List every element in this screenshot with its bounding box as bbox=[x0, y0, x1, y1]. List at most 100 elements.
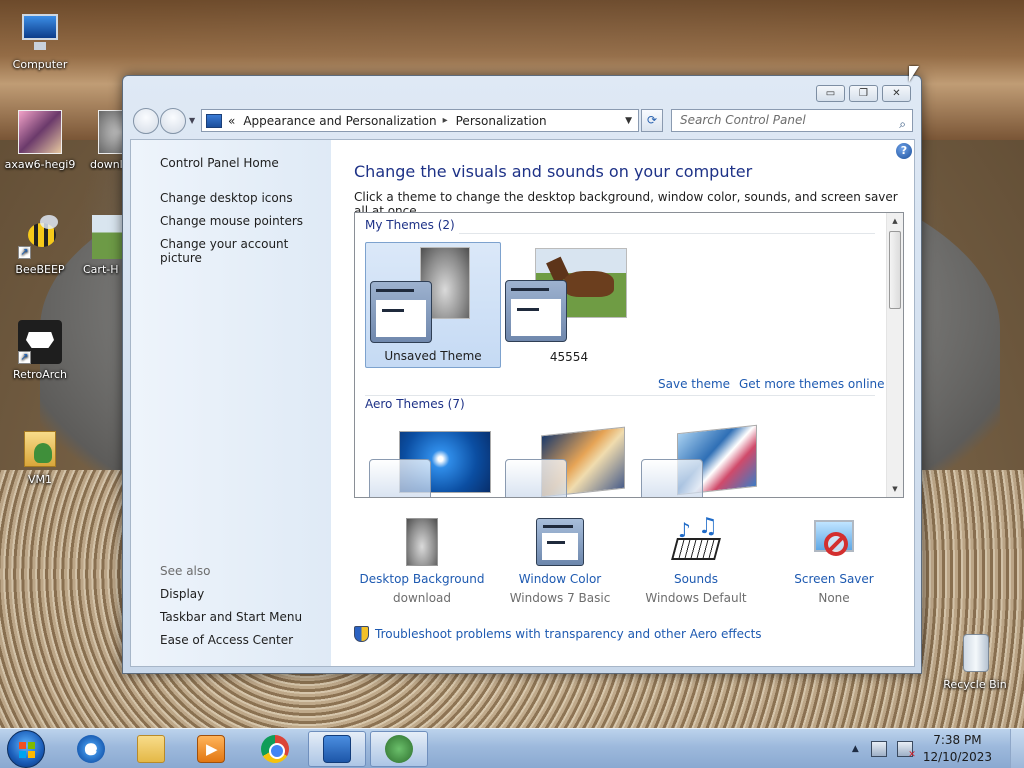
desktop-icon-computer[interactable]: Computer bbox=[0, 10, 80, 71]
my-themes-header: My Themes (2) bbox=[365, 218, 455, 232]
address-dropdown-icon[interactable]: ▼ bbox=[625, 116, 632, 126]
clock-time: 7:38 PM bbox=[933, 733, 982, 747]
close-button[interactable]: ✕ bbox=[882, 85, 911, 102]
theme-list[interactable]: My Themes (2) Unsaved Theme 45554 Save t… bbox=[354, 212, 904, 498]
desktop-icon-label: BeeBEEP bbox=[15, 263, 65, 276]
theme-window-preview-icon bbox=[641, 459, 703, 497]
media-player-icon bbox=[197, 735, 225, 763]
folder-icon bbox=[18, 425, 62, 469]
image-file-icon bbox=[98, 110, 122, 154]
setting-value: None bbox=[818, 591, 850, 605]
theme-aero-architecture[interactable] bbox=[501, 423, 637, 497]
volume-muted-icon[interactable] bbox=[896, 741, 916, 760]
taskbar-internet-explorer[interactable] bbox=[62, 731, 120, 767]
start-button[interactable] bbox=[7, 730, 45, 768]
theme-name: 45554 bbox=[549, 350, 589, 364]
theme-settings-bar: Desktop Background download Window Color… bbox=[352, 514, 914, 618]
system-tray: ▲ 7:38 PM 12/10/2023 bbox=[852, 729, 1024, 768]
taskbar-media-player[interactable] bbox=[182, 731, 240, 767]
display-link[interactable]: Display bbox=[160, 587, 302, 601]
breadcrumb-appearance[interactable]: Appearance and Personalization bbox=[243, 114, 436, 128]
sounds-setting[interactable]: ♪ ♫ Sounds Windows Default bbox=[626, 514, 766, 605]
setting-value: Windows 7 Basic bbox=[509, 591, 611, 605]
window-color-icon bbox=[536, 518, 584, 566]
window-controls: ▭ ❐ ✕ bbox=[816, 85, 911, 102]
left-pane: Control Panel Home Change desktop icons … bbox=[131, 140, 331, 666]
setting-name: Screen Saver bbox=[794, 572, 874, 586]
window-color-setting[interactable]: Window Color Windows 7 Basic bbox=[490, 518, 630, 605]
scroll-up-icon[interactable]: ▲ bbox=[887, 213, 903, 229]
search-input[interactable]: Search Control Panel ⌕ bbox=[671, 109, 913, 132]
back-button[interactable] bbox=[133, 108, 159, 134]
desktop-icon-download[interactable]: downl bbox=[80, 110, 122, 171]
desktop-icon-label: VM1 bbox=[27, 473, 52, 486]
theme-window-preview-icon bbox=[369, 459, 431, 497]
taskbar-file-explorer[interactable] bbox=[122, 731, 180, 767]
taskbar-chrome[interactable] bbox=[246, 731, 304, 767]
theme-window-preview-icon bbox=[505, 459, 567, 497]
scroll-thumb[interactable] bbox=[889, 231, 901, 309]
theme-name: Unsaved Theme bbox=[384, 349, 482, 363]
theme-list-scrollbar[interactable]: ▲ ▼ bbox=[886, 213, 903, 497]
theme-unsaved[interactable]: Unsaved Theme bbox=[365, 242, 501, 368]
maximize-button[interactable]: ❐ bbox=[849, 85, 878, 102]
desktop-icon-vm1[interactable]: VM1 bbox=[0, 425, 80, 486]
theme-aero-windows7[interactable] bbox=[365, 423, 501, 497]
get-more-themes-link[interactable]: Get more themes online bbox=[739, 377, 885, 391]
screen-saver-setting[interactable]: Screen Saver None bbox=[764, 518, 904, 605]
breadcrumb-separator-icon[interactable]: ▸ bbox=[443, 115, 448, 126]
image-file-icon bbox=[18, 110, 62, 154]
desktop-background-setting[interactable]: Desktop Background download bbox=[352, 518, 492, 605]
clock[interactable]: 7:38 PM 12/10/2023 bbox=[923, 732, 992, 766]
breadcrumb-personalization[interactable]: Personalization bbox=[456, 114, 547, 128]
see-also-label: See also bbox=[160, 564, 211, 578]
scroll-down-icon[interactable]: ▼ bbox=[887, 481, 903, 497]
address-overflow-chevron[interactable]: « bbox=[228, 114, 235, 128]
setting-name: Window Color bbox=[518, 572, 602, 586]
control-panel-icon bbox=[206, 113, 222, 128]
desktop-icon-recycle-bin[interactable]: Recycle Bin bbox=[935, 630, 1015, 691]
desktop-icon-label: Cart-H bbox=[83, 263, 119, 276]
desktop-icon-beebeep[interactable]: ↗ BeeBEEP bbox=[0, 215, 80, 276]
page-title: Change the visuals and sounds on your co… bbox=[354, 162, 753, 181]
refresh-button[interactable]: ⟳ bbox=[641, 109, 663, 132]
see-also-section: See also Display Taskbar and Start Menu … bbox=[160, 564, 302, 656]
desktop-icon-label: axaw6-hegi9 bbox=[4, 158, 76, 171]
minimize-button[interactable]: ▭ bbox=[816, 85, 845, 102]
control-panel-home-link[interactable]: Control Panel Home bbox=[160, 156, 331, 170]
search-icon[interactable]: ⌕ bbox=[899, 114, 906, 135]
show-hidden-icons-icon[interactable]: ▲ bbox=[852, 744, 859, 754]
theme-45554[interactable]: 45554 bbox=[501, 242, 637, 368]
clock-date: 12/10/2023 bbox=[922, 750, 992, 764]
desktop-icon-retroarch[interactable]: ↗ RetroArch bbox=[0, 320, 80, 381]
desktop-icon-label: Computer bbox=[12, 58, 68, 71]
folder-icon bbox=[137, 735, 165, 763]
change-account-picture-link[interactable]: Change your account picture bbox=[160, 237, 331, 265]
forward-button[interactable] bbox=[160, 108, 186, 134]
save-theme-link[interactable]: Save theme bbox=[658, 377, 730, 391]
change-desktop-icons-link[interactable]: Change desktop icons bbox=[160, 191, 331, 205]
show-desktop-button[interactable] bbox=[1010, 729, 1024, 768]
theme-aero-characters[interactable] bbox=[637, 423, 773, 497]
desktop-icon-label: Recycle Bin bbox=[943, 678, 1007, 691]
taskbar-control-panel[interactable] bbox=[308, 731, 366, 767]
chrome-icon bbox=[261, 735, 289, 763]
address-bar[interactable]: « Appearance and Personalization ▸ Perso… bbox=[201, 109, 639, 132]
desktop-icon-cart[interactable]: Cart-H bbox=[80, 215, 122, 276]
desktop-icon-label: downl bbox=[90, 158, 122, 171]
wallpaper-icon bbox=[406, 518, 438, 566]
setting-value: download bbox=[392, 591, 452, 605]
recent-pages-chevron-icon[interactable]: ▼ bbox=[189, 116, 195, 125]
windows-logo-icon bbox=[385, 735, 413, 763]
search-placeholder: Search Control Panel bbox=[680, 113, 806, 127]
theme-window-preview-icon bbox=[505, 280, 567, 342]
troubleshoot-aero-link[interactable]: Troubleshoot problems with transparency … bbox=[354, 626, 762, 642]
troubleshoot-text[interactable]: Troubleshoot problems with transparency … bbox=[375, 627, 762, 641]
taskbar-start-menu-link[interactable]: Taskbar and Start Menu bbox=[160, 610, 302, 624]
computer-icon bbox=[18, 10, 62, 54]
taskbar-windows[interactable] bbox=[370, 731, 428, 767]
ease-of-access-link[interactable]: Ease of Access Center bbox=[160, 633, 302, 647]
change-mouse-pointers-link[interactable]: Change mouse pointers bbox=[160, 214, 331, 228]
network-icon[interactable] bbox=[870, 741, 887, 757]
desktop-icon-axaw6[interactable]: axaw6-hegi9 bbox=[0, 110, 80, 171]
